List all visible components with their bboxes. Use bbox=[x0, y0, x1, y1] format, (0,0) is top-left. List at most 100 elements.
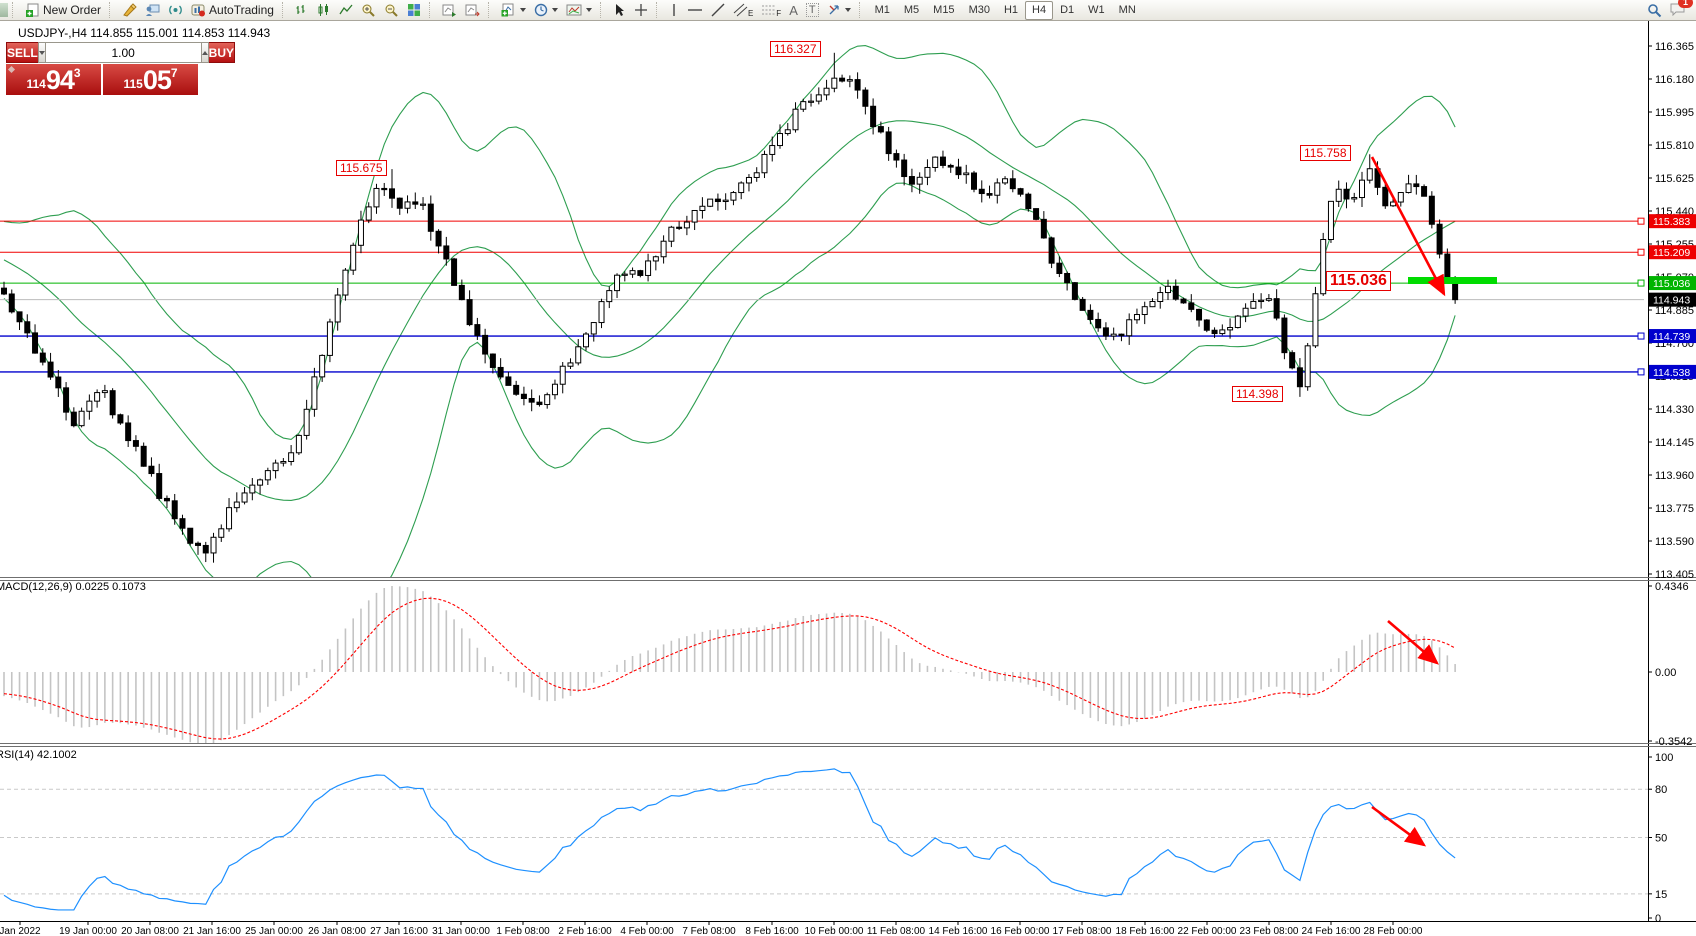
tile-windows-button[interactable] bbox=[403, 1, 425, 20]
timeframe-M30[interactable]: M30 bbox=[962, 1, 997, 20]
new-chart-window-button[interactable] bbox=[438, 1, 461, 20]
text-label-tool[interactable]: T bbox=[802, 1, 823, 20]
macd-axis-label: 0.4346 bbox=[1655, 581, 1689, 593]
timeframe-H4[interactable]: H4 bbox=[1025, 1, 1053, 20]
text-tool[interactable]: A bbox=[785, 1, 802, 20]
buy-button[interactable]: BUY bbox=[209, 42, 235, 63]
time-axis-label: 21 Jan 16:00 bbox=[183, 926, 241, 936]
candle bbox=[265, 468, 270, 485]
line-chart-type-button[interactable] bbox=[335, 1, 357, 20]
candle bbox=[1049, 237, 1054, 268]
arrows-tool[interactable] bbox=[823, 1, 855, 20]
vertical-line-tool[interactable] bbox=[665, 1, 683, 20]
arrows-dropdown-arrow[interactable] bbox=[845, 8, 851, 12]
price-annotation[interactable]: 115.758 bbox=[1300, 145, 1351, 161]
metaeditor-button[interactable] bbox=[118, 1, 141, 20]
panel-menu-diamond-icon[interactable] bbox=[8, 66, 15, 73]
price-badge-label: 114.943 bbox=[1653, 295, 1690, 307]
cursor-tool-button[interactable] bbox=[609, 1, 630, 20]
candle bbox=[1243, 303, 1248, 322]
trendline-tool[interactable] bbox=[707, 1, 729, 20]
notifications-button[interactable]: 1 bbox=[1670, 2, 1686, 19]
ask-prefix: 115 bbox=[123, 74, 142, 94]
price-annotation[interactable]: 115.036 bbox=[1326, 271, 1391, 291]
timeframe-D1[interactable]: D1 bbox=[1053, 1, 1081, 20]
bar-chart-icon bbox=[295, 3, 309, 17]
timeframe-M15[interactable]: M15 bbox=[926, 1, 961, 20]
indicators-button[interactable] bbox=[497, 1, 530, 20]
sell-button[interactable]: SELL bbox=[6, 42, 38, 63]
vertical-line-icon bbox=[669, 3, 679, 17]
chart-canvas[interactable]: 116.365116.180115.995115.810115.625115.4… bbox=[0, 0, 1696, 936]
candle bbox=[987, 186, 992, 199]
price-tick-label: 113.775 bbox=[1655, 503, 1694, 515]
strategy-tester-button[interactable] bbox=[141, 1, 164, 20]
equidistant-channel-tool[interactable]: E bbox=[729, 1, 757, 20]
notification-badge: 1 bbox=[1678, 0, 1693, 8]
price-tick-label: 114.330 bbox=[1655, 404, 1694, 416]
timeframe-M5[interactable]: M5 bbox=[897, 1, 926, 20]
timeframe-H1[interactable]: H1 bbox=[997, 1, 1025, 20]
candle bbox=[1041, 211, 1046, 239]
volume-decrease-button[interactable] bbox=[38, 42, 46, 63]
candle bbox=[591, 322, 596, 342]
candle-chart-type-button[interactable] bbox=[313, 1, 335, 20]
candle bbox=[599, 299, 604, 328]
price-annotation[interactable]: 116.327 bbox=[770, 41, 821, 57]
candle bbox=[1266, 294, 1271, 302]
rsi-indicator-label: RSI(14) 42.1002 bbox=[0, 749, 77, 761]
timeframe-W1[interactable]: W1 bbox=[1081, 1, 1112, 20]
autotrading-button[interactable]: AutoTrading bbox=[187, 1, 278, 20]
candle bbox=[840, 75, 845, 83]
bar-chart-type-button[interactable] bbox=[291, 1, 313, 20]
hline-endpoint bbox=[1638, 369, 1644, 375]
arrows-tool-icon bbox=[827, 3, 841, 17]
zoom-in-button[interactable] bbox=[357, 1, 380, 20]
templates-button[interactable] bbox=[562, 1, 596, 20]
bid-price-display[interactable]: 114 94 3 bbox=[6, 64, 101, 95]
profile-chart-button[interactable] bbox=[461, 1, 484, 20]
cursor-icon bbox=[613, 3, 626, 17]
candle bbox=[529, 389, 534, 411]
time-axis-label: 18 Feb 16:00 bbox=[1116, 926, 1175, 936]
time-axis-label: 27 Jan 16:00 bbox=[370, 926, 428, 936]
candle bbox=[79, 408, 84, 428]
templates-dropdown-arrow[interactable] bbox=[586, 8, 592, 12]
price-badge-label: 115.383 bbox=[1653, 216, 1690, 228]
candle bbox=[646, 254, 651, 282]
ask-price-display[interactable]: 115 05 7 bbox=[103, 64, 198, 95]
zoom-out-button[interactable] bbox=[380, 1, 403, 20]
candle bbox=[1111, 328, 1116, 341]
trendline-icon bbox=[711, 3, 725, 17]
indicators-dropdown-arrow[interactable] bbox=[520, 8, 526, 12]
candle bbox=[661, 235, 666, 263]
candle bbox=[33, 324, 38, 353]
price-tick-label: 115.810 bbox=[1655, 140, 1694, 152]
candle bbox=[871, 98, 876, 134]
periods-dropdown-arrow[interactable] bbox=[552, 8, 558, 12]
crosshair-tool-button[interactable] bbox=[630, 1, 652, 20]
candle bbox=[95, 389, 100, 407]
ask-big: 05 bbox=[143, 67, 171, 94]
signals-button[interactable] bbox=[164, 1, 187, 20]
candle bbox=[335, 288, 340, 331]
timeframe-M1[interactable]: M1 bbox=[868, 1, 897, 20]
periods-button[interactable] bbox=[530, 1, 562, 20]
price-annotation[interactable]: 114.398 bbox=[1232, 386, 1283, 402]
candle bbox=[281, 458, 286, 466]
volume-increase-button[interactable] bbox=[201, 42, 209, 63]
candle bbox=[413, 192, 418, 209]
price-annotation[interactable]: 115.675 bbox=[336, 160, 387, 176]
timeframe-MN[interactable]: MN bbox=[1112, 1, 1143, 20]
candle bbox=[824, 80, 829, 100]
volume-input[interactable] bbox=[46, 42, 201, 63]
candle bbox=[312, 368, 317, 417]
rsi-line bbox=[4, 769, 1455, 910]
hline-endpoint bbox=[1638, 280, 1644, 286]
horizontal-line-tool[interactable] bbox=[683, 1, 707, 20]
template-icon bbox=[566, 3, 582, 17]
candle bbox=[785, 123, 790, 136]
fibonacci-tool[interactable]: F bbox=[757, 1, 785, 20]
new-order-button[interactable]: New Order bbox=[21, 1, 105, 20]
search-icon[interactable] bbox=[1647, 3, 1662, 18]
